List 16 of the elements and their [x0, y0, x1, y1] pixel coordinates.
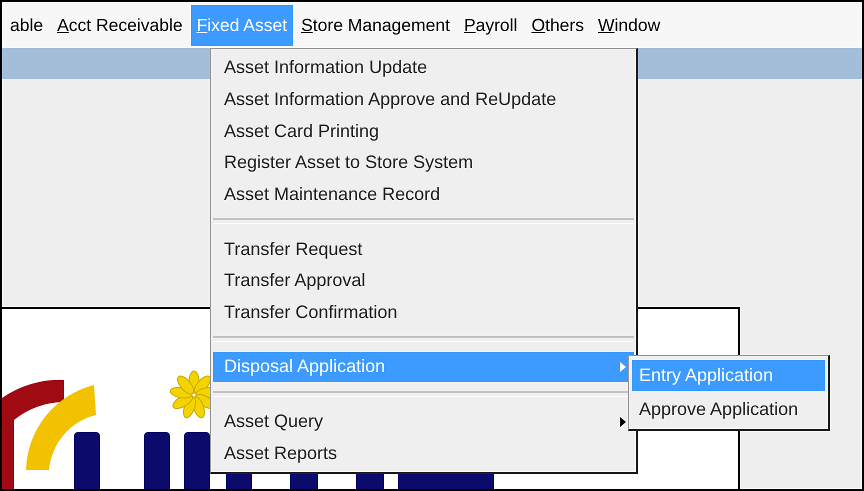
menu-item[interactable]: Asset Maintenance Record [213, 180, 634, 210]
menu-bar-item[interactable]: able [4, 4, 50, 46]
menu-item[interactable]: Asset Information Update [213, 53, 634, 83]
menu-item[interactable]: Transfer Confirmation [213, 298, 634, 328]
menu-bar-item[interactable]: Payroll [458, 4, 524, 46]
menu-bar-item[interactable]: Acct Receivable [51, 4, 189, 46]
menu-bar-item[interactable]: Others [525, 4, 590, 46]
menu-item[interactable]: Transfer Approval [213, 266, 634, 296]
menu-item[interactable]: Transfer Request [213, 234, 634, 264]
menu-item[interactable]: Asset Information Approve and ReUpdate [213, 84, 634, 114]
menu-bar-item[interactable]: Window [592, 4, 666, 46]
submenu-item[interactable]: Approve Application [632, 394, 825, 425]
menu-item[interactable]: Register Asset to Store System [213, 148, 634, 178]
menu-bar-item[interactable]: Store Management [295, 4, 456, 46]
menu-item[interactable]: Asset Card Printing [213, 116, 634, 146]
menu-item[interactable]: Asset Reports [213, 438, 634, 468]
